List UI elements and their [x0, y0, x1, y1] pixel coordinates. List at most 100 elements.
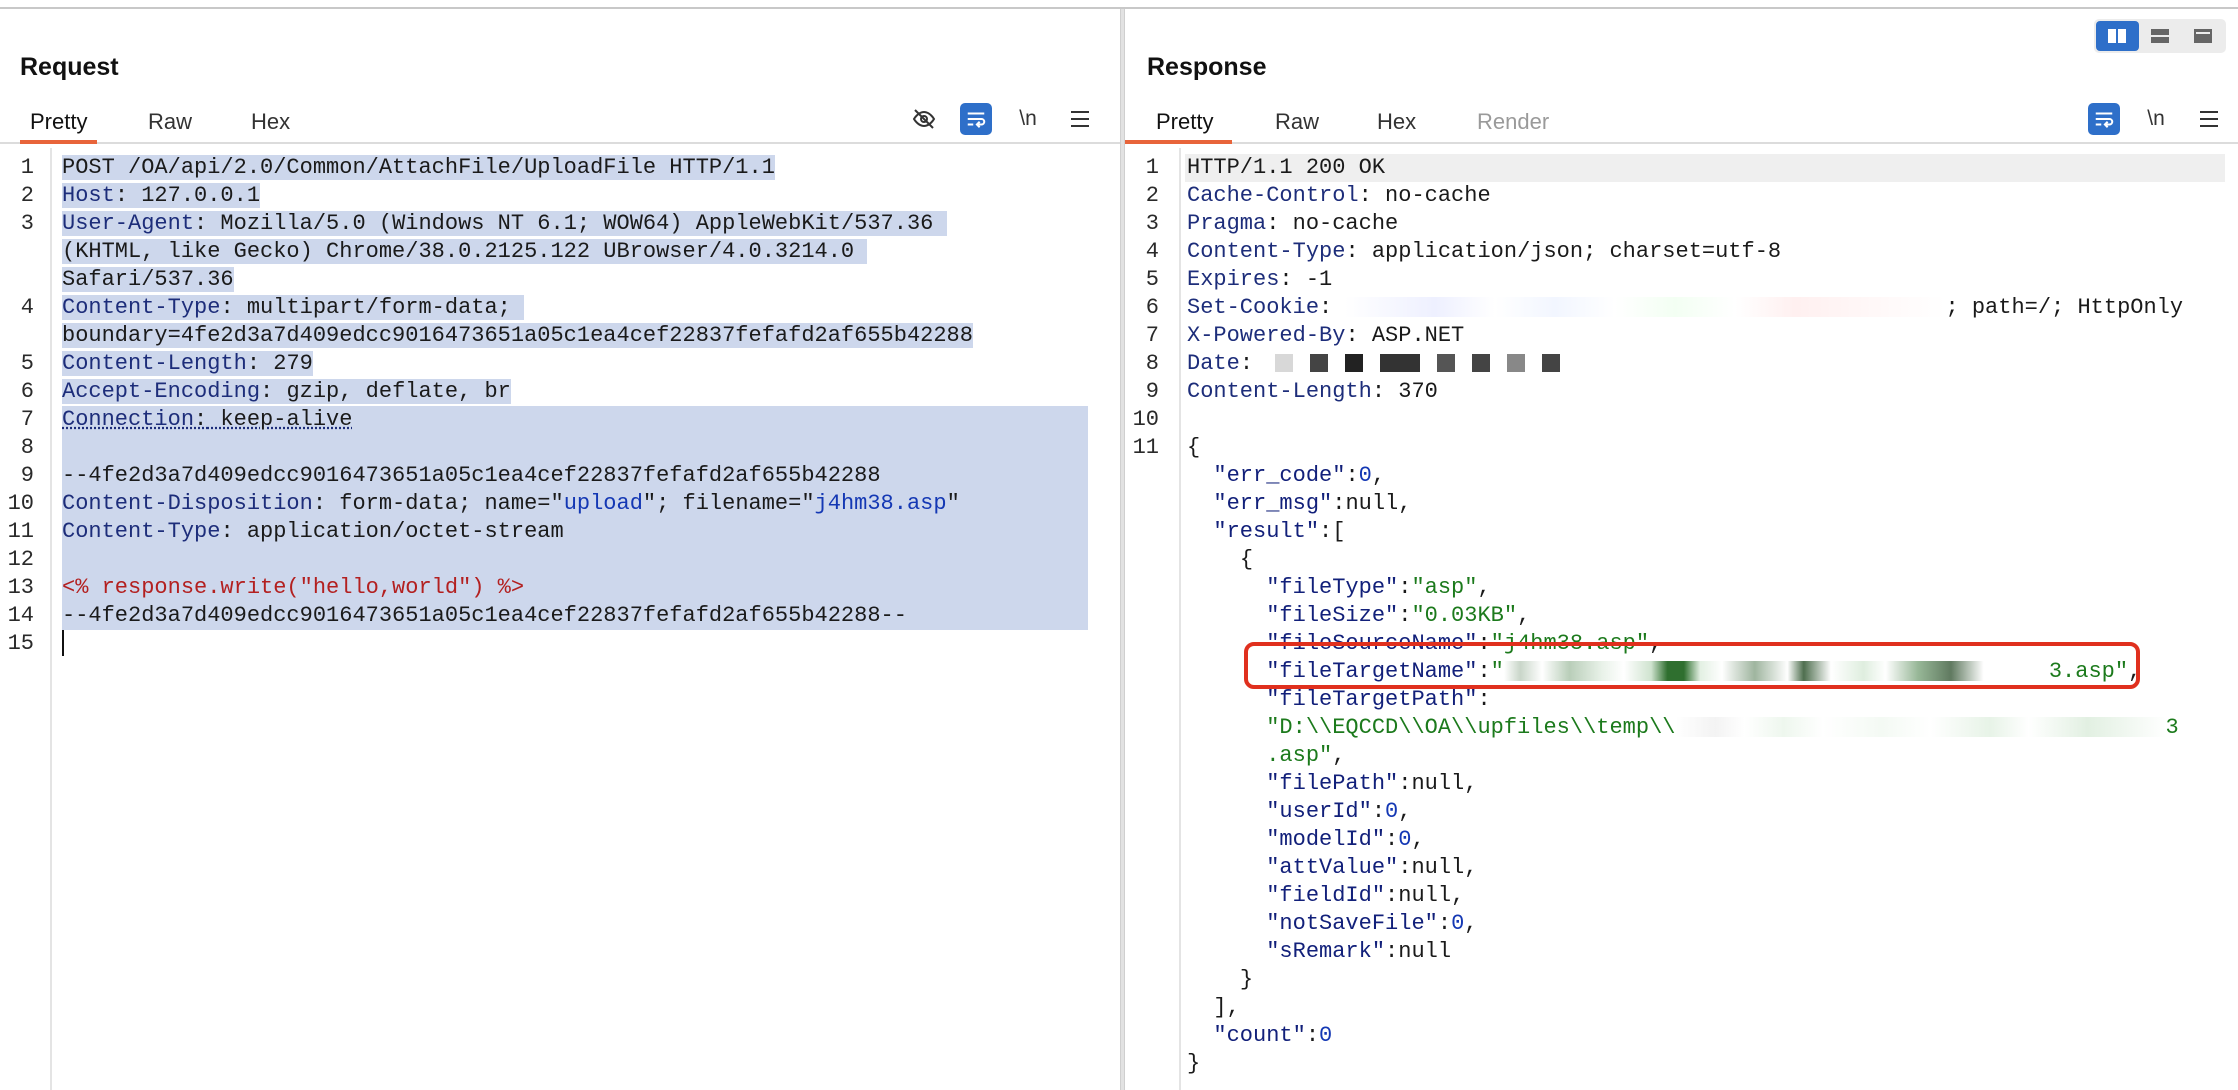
json-line: "D:\\EQCCD\\OA\\upfiles\\temp\\ 3: [1187, 714, 2232, 742]
newline-toggle[interactable]: \n: [2140, 103, 2172, 135]
header-value-wrap: boundary=4fe2d3a7d409edcc9016473651a05c1…: [62, 323, 973, 348]
line-number: 11: [7, 519, 34, 544]
json-key: "fileType": [1266, 575, 1399, 600]
json-line: "sRemark":null: [1266, 939, 1452, 964]
json-key: "attValue": [1266, 855, 1399, 880]
header-name: Expires: [1187, 267, 1280, 292]
response-pane: Response Pretty Raw Hex Render \n 1 2 3 …: [1125, 9, 2238, 1090]
request-line-gutter: 1 2 3 4 5 6 7 8 9 10 11 12 13 14 15: [0, 148, 52, 1090]
window-top-border: [0, 0, 2238, 9]
header-name: Content-Length: [62, 351, 247, 376]
header-name: Content-Type: [62, 295, 221, 320]
wrap-icon[interactable]: [960, 103, 992, 135]
eye-off-icon[interactable]: [908, 103, 940, 135]
json-value: null: [1411, 771, 1465, 796]
response-tabs: Pretty Raw Hex Render \n: [1125, 99, 2238, 144]
response-line: Expires: -1: [1187, 267, 1333, 292]
header-value-wrap: (KHTML, like Gecko) Chrome/38.0.2125.122…: [62, 239, 855, 264]
hamburger-menu-icon[interactable]: [2193, 103, 2225, 135]
json-key: "fieldId": [1266, 883, 1386, 908]
json-line: "attValue":null,: [1266, 855, 1478, 880]
multipart-boundary-end: --4fe2d3a7d409edcc9016473651a05c1ea4cef2…: [62, 603, 907, 628]
request-line: Content-Disposition: form-data; name="up…: [62, 491, 960, 516]
json-key: "count": [1213, 1023, 1306, 1048]
request-line: Accept-Encoding: gzip, deflate, br: [62, 379, 511, 404]
json-key: "err_code": [1213, 463, 1346, 488]
single-pane-icon[interactable]: [2181, 21, 2224, 51]
response-tab-pretty[interactable]: Pretty: [1125, 99, 1233, 144]
request-tabs: Pretty Raw Hex \n: [0, 99, 1120, 144]
json-key: "filePath": [1266, 771, 1399, 796]
line-number: 9: [1145, 379, 1159, 404]
response-line-gutter: 1 2 3 4 5 6 7 8 9 10 11: [1125, 148, 1181, 1090]
json-key: "notSaveFile": [1266, 911, 1438, 936]
line-number: 8: [20, 435, 34, 460]
response-line: X-Powered-By: ASP.NET: [1187, 323, 1465, 348]
header-value: ; path=/; HttpOnly: [1945, 295, 2184, 320]
json-value: .asp": [1266, 743, 1333, 768]
request-line: [62, 630, 1114, 658]
json-line: "fileSize":"0.03KB",: [1266, 603, 1531, 628]
json-key: "sRemark": [1266, 939, 1386, 964]
filename-value: j4hm38.asp: [814, 491, 947, 516]
json-line: "filePath":null,: [1266, 771, 1478, 796]
split-horizontal-icon[interactable]: [2096, 21, 2139, 51]
wrap-icon[interactable]: [2088, 103, 2120, 135]
json-value: "0.03KB": [1411, 603, 1518, 628]
json-brace: {: [1187, 435, 1201, 460]
json-punct: :[: [1319, 519, 1346, 544]
header-name: X-Powered-By: [1187, 323, 1346, 348]
newline-toggle[interactable]: \n: [1012, 103, 1044, 135]
header-value: ": [946, 491, 960, 516]
header-value: 279: [260, 351, 313, 376]
request-line: User-Agent: Mozilla/5.0 (Windows NT 6.1;…: [62, 210, 1114, 238]
request-editor[interactable]: 1 2 3 4 5 6 7 8 9 10 11 12 13 14 15 POST…: [0, 148, 1120, 1090]
request-tab-raw[interactable]: Raw: [138, 99, 202, 144]
json-key: "result": [1213, 519, 1320, 544]
line-number: 7: [1145, 323, 1159, 348]
header-name: Date: [1187, 351, 1240, 376]
response-tab-render[interactable]: Render: [1467, 99, 1559, 144]
header-name: Set-Cookie: [1187, 295, 1320, 320]
json-key: "err_msg": [1213, 491, 1333, 516]
request-line-wrap: (KHTML, like Gecko) Chrome/38.0.2125.122…: [62, 238, 1114, 266]
header-separator: :: [1239, 351, 1254, 376]
request-line: <% response.write("hello,world") %>: [62, 574, 1114, 602]
json-line: }: [1187, 1050, 2232, 1078]
red-annotation-box: [1244, 642, 2140, 689]
json-line: {: [1187, 546, 2232, 574]
json-value: null: [1398, 939, 1452, 964]
line-number: 12: [7, 547, 34, 572]
request-line-text: POST /OA/api/2.0/Common/AttachFile/Uploa…: [62, 155, 775, 180]
request-tab-pretty[interactable]: Pretty: [20, 99, 98, 144]
json-punct: ],: [1213, 995, 1240, 1020]
redacted-cookie: [1345, 297, 1946, 318]
split-vertical-icon[interactable]: [2139, 21, 2182, 51]
response-editor[interactable]: 1 2 3 4 5 6 7 8 9 10 11 HTTP/1.1 200 OK …: [1125, 148, 2238, 1090]
line-number: 1: [1145, 155, 1159, 180]
json-key: "fileSize": [1266, 603, 1399, 628]
response-tab-hex[interactable]: Hex: [1367, 99, 1426, 144]
line-number: 5: [20, 351, 34, 376]
json-line: "err_code":0,: [1213, 463, 1386, 488]
header-value: no-cache: [1371, 183, 1491, 208]
json-value: "D:\\EQCCD\\OA\\upfiles\\temp\\: [1266, 715, 1676, 740]
header-value: application/json; charset=utf-8: [1358, 239, 1782, 264]
header-value: 370: [1385, 379, 1438, 404]
response-code: HTTP/1.1 200 OK Cache-Control: no-cache …: [1185, 148, 2232, 1090]
request-tab-hex[interactable]: Hex: [241, 99, 300, 144]
request-line: Content-Length: 279: [62, 351, 313, 376]
json-value: null: [1398, 883, 1452, 908]
json-value: 0: [1398, 827, 1412, 852]
response-line: HTTP/1.1 200 OK: [1187, 154, 2232, 182]
line-number: 14: [7, 603, 34, 628]
hamburger-menu-icon[interactable]: [1064, 103, 1096, 135]
response-tab-raw[interactable]: Raw: [1265, 99, 1329, 144]
json-brace: }: [1239, 967, 1254, 992]
json-value: 0: [1358, 463, 1372, 488]
json-value: "asp": [1411, 575, 1478, 600]
header-name: Pragma: [1187, 211, 1267, 236]
request-line: Connection: keep-alive: [62, 407, 353, 432]
request-line: Content-Type: multipart/form-data;: [62, 294, 1114, 322]
header-name: Content-Length: [1187, 379, 1372, 404]
